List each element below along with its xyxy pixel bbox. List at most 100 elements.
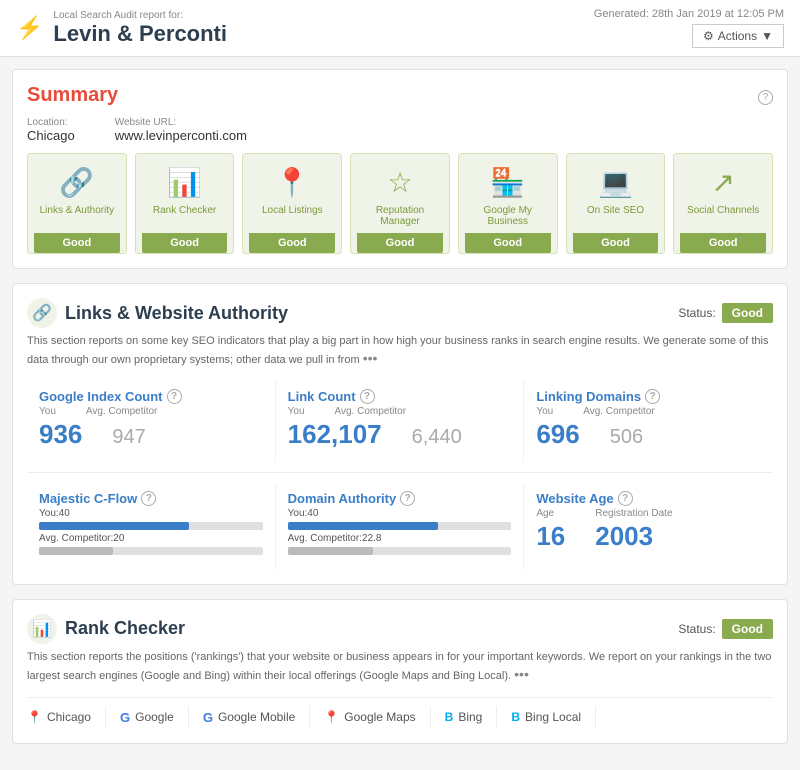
location-label: Location: bbox=[27, 117, 75, 128]
tab-label: Bing Local bbox=[525, 710, 581, 724]
summary-card: Summary ? Location: Chicago Website URL:… bbox=[12, 69, 788, 269]
website-age-block: Website Age ? Age 16 Registration Date 2… bbox=[524, 483, 773, 570]
website-value: www.levinperconti.com bbox=[115, 128, 247, 143]
summary-help-icon[interactable]: ? bbox=[758, 90, 773, 105]
linking-domains-labels: You Avg. Competitor bbox=[536, 406, 761, 417]
summary-item[interactable]: ↗ Social Channels Good bbox=[673, 153, 773, 254]
rank-tab-bing[interactable]: BBing bbox=[431, 706, 498, 729]
main-content: Summary ? Location: Chicago Website URL:… bbox=[0, 57, 800, 770]
google-icon: G bbox=[203, 710, 213, 725]
majestic-competitor-bar-track bbox=[39, 547, 263, 555]
domain-you-label: You:40 bbox=[288, 508, 512, 519]
domain-competitor-bar bbox=[288, 547, 373, 555]
google-index-competitor: 947 bbox=[112, 426, 145, 449]
summary-item-label: Local Listings bbox=[262, 205, 323, 216]
linking-domains-competitor: 506 bbox=[610, 426, 643, 449]
links-status-label: Status: bbox=[678, 306, 715, 320]
link-count-you: 162,107 bbox=[288, 419, 382, 450]
google-icon: G bbox=[120, 710, 130, 725]
website-age-title: Website Age ? bbox=[536, 491, 761, 506]
linking-domains-title: Linking Domains ? bbox=[536, 389, 761, 404]
reg-date-value: 2003 bbox=[595, 521, 672, 552]
google-maps-icon: 📍 bbox=[324, 710, 339, 724]
google-index-block: Google Index Count ? You Avg. Competitor… bbox=[27, 381, 276, 462]
google-index-title: Google Index Count ? bbox=[39, 389, 263, 404]
majestic-competitor-bar bbox=[39, 547, 113, 555]
majestic-competitor-label: Avg. Competitor:20 bbox=[39, 533, 263, 544]
link-count-competitor: 6,440 bbox=[412, 426, 462, 449]
age-label: Age bbox=[536, 508, 565, 519]
location-value: Chicago bbox=[27, 128, 75, 143]
header-title-block: Local Search Audit report for: Levin & P… bbox=[53, 10, 227, 47]
summary-item-badge: Good bbox=[573, 233, 659, 253]
summary-item[interactable]: 📍 Local Listings Good bbox=[242, 153, 342, 254]
summary-item-label: Rank Checker bbox=[153, 205, 216, 216]
website-label: Website URL: bbox=[115, 117, 247, 128]
location-row: Location: Chicago Website URL: www.levin… bbox=[27, 117, 773, 143]
majestic-cflow-block: Majestic C-Flow ? You:40 Avg. Competitor… bbox=[27, 483, 276, 570]
header-subtitle: Local Search Audit report for: bbox=[53, 10, 227, 21]
linking-domains-you: 696 bbox=[536, 419, 579, 450]
actions-label: Actions bbox=[718, 29, 757, 43]
summary-item-icon: ↗ bbox=[711, 166, 734, 199]
rank-tab-bing-local[interactable]: B Bing Local bbox=[497, 706, 596, 729]
rank-more-dots[interactable]: ••• bbox=[514, 666, 529, 682]
more-dots[interactable]: ••• bbox=[363, 350, 378, 366]
reg-date-label: Registration Date bbox=[595, 508, 672, 519]
link-count-block: Link Count ? You Avg. Competitor 162,107… bbox=[276, 381, 525, 462]
domain-you-bar-track bbox=[288, 522, 512, 530]
linking-domains-values: 696 506 bbox=[536, 419, 761, 450]
links-description: This section reports on some key SEO ind… bbox=[27, 334, 773, 369]
google-index-help[interactable]: ? bbox=[167, 389, 182, 404]
google-index-values: 936 947 bbox=[39, 419, 263, 450]
link-count-help[interactable]: ? bbox=[360, 389, 375, 404]
metrics-row-2: Majestic C-Flow ? You:40 Avg. Competitor… bbox=[27, 483, 773, 570]
summary-item[interactable]: 🏪 Google My Business Good bbox=[458, 153, 558, 254]
location-pin-icon: 📍 bbox=[27, 710, 42, 724]
tab-label: Google bbox=[135, 710, 174, 724]
rank-heading: 📊 Rank Checker bbox=[27, 614, 185, 644]
summary-item[interactable]: ☆ Reputation Manager Good bbox=[350, 153, 450, 254]
summary-item-icon: ☆ bbox=[387, 166, 412, 199]
links-authority-card: 🔗 Links & Website Authority Status: Good… bbox=[12, 283, 788, 585]
rank-tab-google-maps[interactable]: 📍 Google Maps bbox=[310, 706, 430, 729]
website-age-help[interactable]: ? bbox=[618, 491, 633, 506]
majestic-cflow-help[interactable]: ? bbox=[141, 491, 156, 506]
summary-item-badge: Good bbox=[142, 233, 228, 253]
summary-item-badge: Good bbox=[249, 233, 335, 253]
domain-authority-help[interactable]: ? bbox=[400, 491, 415, 506]
actions-button[interactable]: ⚙ Actions ▼ bbox=[692, 24, 784, 48]
summary-item[interactable]: 💻 On Site SEO Good bbox=[566, 153, 666, 254]
links-status: Status: Good bbox=[678, 303, 773, 323]
summary-item[interactable]: 📊 Rank Checker Good bbox=[135, 153, 235, 254]
summary-item[interactable]: 🔗 Links & Authority Good bbox=[27, 153, 127, 254]
domain-you-bar bbox=[288, 522, 438, 530]
domain-competitor-label: Avg. Competitor:22.8 bbox=[288, 533, 512, 544]
location-block: Location: Chicago bbox=[27, 117, 75, 143]
summary-title: Summary bbox=[27, 84, 118, 107]
link-count-labels: You Avg. Competitor bbox=[288, 406, 512, 417]
rank-checker-card: 📊 Rank Checker Status: Good This section… bbox=[12, 599, 788, 744]
majestic-you-bar bbox=[39, 522, 189, 530]
summary-item-label: Google My Business bbox=[465, 205, 551, 227]
majestic-you-label: You:40 bbox=[39, 508, 263, 519]
rank-tab-google-mobile[interactable]: GGoogle Mobile bbox=[189, 706, 311, 729]
summary-item-label: On Site SEO bbox=[587, 205, 644, 216]
header-left: ⚡ Local Search Audit report for: Levin &… bbox=[16, 10, 227, 47]
rank-status-value: Good bbox=[722, 619, 773, 639]
rank-status: Status: Good bbox=[678, 619, 773, 639]
linking-domains-block: Linking Domains ? You Avg. Competitor 69… bbox=[524, 381, 773, 462]
bing-local-icon: B bbox=[511, 710, 520, 724]
tab-label: Google Maps bbox=[344, 710, 415, 724]
rank-description: This section reports the positions ('ran… bbox=[27, 650, 773, 685]
links-heading: 🔗 Links & Website Authority bbox=[27, 298, 288, 328]
gear-icon: ⚙ bbox=[703, 29, 714, 43]
rank-tab-google[interactable]: G Google bbox=[106, 706, 189, 729]
linking-domains-help[interactable]: ? bbox=[645, 389, 660, 404]
reg-date-block: Registration Date 2003 bbox=[595, 508, 672, 552]
summary-header: Summary ? bbox=[27, 84, 773, 111]
tab-label: Bing bbox=[458, 710, 482, 724]
summary-item-icon: 🏪 bbox=[490, 166, 525, 199]
summary-item-icon: 💻 bbox=[598, 166, 633, 199]
rank-tab-chicago[interactable]: 📍Chicago bbox=[27, 706, 106, 729]
